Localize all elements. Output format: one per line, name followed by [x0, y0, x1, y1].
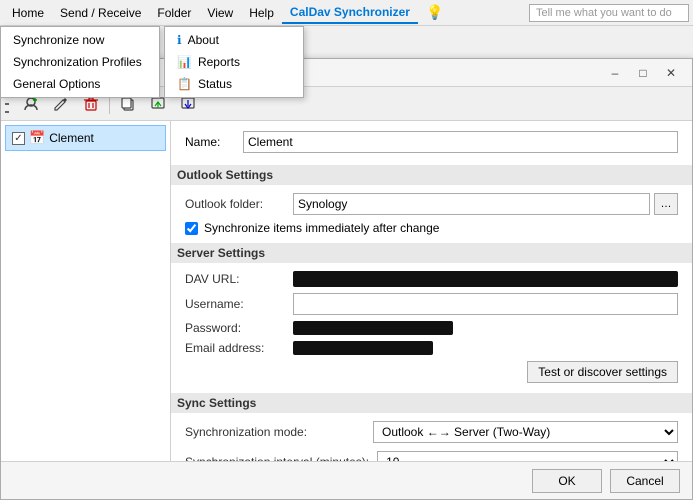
username-label: Username: [185, 297, 285, 311]
outlook-folder-input[interactable] [293, 193, 650, 215]
sync-interval-row: Synchronization interval (minutes): 10 5… [185, 451, 678, 461]
context-menu: Synchronize now Synchronization Profiles… [0, 26, 160, 98]
about-menu: ℹ About 📊 Reports 📋 Status [164, 26, 304, 98]
menu-sync-now[interactable]: Synchronize now [1, 29, 159, 51]
profiles-panel: ✓ 📅 Clement [1, 121, 171, 461]
menu-send-receive[interactable]: Send / Receive [52, 3, 149, 23]
reports-icon: 📊 [177, 55, 192, 69]
outlook-folder-input-group: … [293, 193, 678, 215]
dialog-bottom-bar: OK Cancel [1, 461, 692, 499]
sync-mode-row: Synchronization mode: Outlook ←→ Server … [185, 421, 678, 443]
outlook-folder-label: Outlook folder: [185, 197, 285, 211]
menu-bar: Home Send / Receive Folder View Help Cal… [0, 0, 693, 26]
dav-url-redacted [293, 271, 678, 287]
menu-home[interactable]: Home [4, 3, 52, 23]
server-settings-header: Server Settings [171, 243, 692, 263]
password-redacted [293, 321, 453, 335]
sync-immediately-label: Synchronize items immediately after chan… [204, 221, 439, 235]
password-row: Password: [185, 321, 678, 335]
status-icon: 📋 [177, 77, 192, 91]
dav-url-label: DAV URL: [185, 272, 285, 286]
username-input[interactable] [293, 293, 678, 315]
menu-reports[interactable]: 📊 Reports [165, 51, 303, 73]
sync-immediately-checkbox[interactable] [185, 222, 198, 235]
test-discover-button[interactable]: Test or discover settings [527, 361, 678, 383]
search-text: Tell me what you want to do [536, 7, 672, 19]
outlook-settings-header: Outlook Settings [171, 165, 692, 185]
password-label: Password: [185, 321, 285, 335]
sync-settings-header: Sync Settings [171, 393, 692, 413]
email-redacted [293, 341, 433, 355]
sync-mode-label: Synchronization mode: [185, 425, 365, 439]
profile-name: Clement [49, 131, 94, 145]
outlook-folder-row: Outlook folder: … [185, 193, 678, 215]
menu-view[interactable]: View [199, 3, 241, 23]
menu-caldav[interactable]: CalDav Synchronizer [282, 2, 418, 24]
sync-mode-select[interactable]: Outlook ←→ Server (Two-Way) Outlook → Se… [373, 421, 678, 443]
dialog-content: ✓ 📅 Clement Name: Outlook Settings Outlo… [1, 121, 692, 461]
options-dialog: O Options – □ ✕ [0, 58, 693, 500]
sync-immediately-row: Synchronize items immediately after chan… [185, 221, 678, 235]
test-btn-row: Test or discover settings [185, 361, 678, 383]
minimize-button[interactable]: – [602, 63, 628, 83]
maximize-button[interactable]: □ [630, 63, 656, 83]
name-label: Name: [185, 135, 235, 149]
dialog-window-controls: – □ ✕ [602, 63, 684, 83]
lightbulb-icon: 💡 [426, 4, 443, 21]
ok-button[interactable]: OK [532, 469, 602, 493]
sync-interval-select[interactable]: 10 5 15 30 60 [377, 451, 678, 461]
info-icon: ℹ [177, 33, 182, 47]
profile-checkbox[interactable]: ✓ [12, 132, 25, 145]
menu-status[interactable]: 📋 Status [165, 73, 303, 95]
cancel-button[interactable]: Cancel [610, 469, 680, 493]
profile-calendar-icon: 📅 [29, 130, 45, 146]
settings-panel: Name: Outlook Settings Outlook folder: …… [171, 121, 692, 461]
close-button[interactable]: ✕ [658, 63, 684, 83]
dav-url-row: DAV URL: [185, 271, 678, 287]
email-row: Email address: [185, 341, 678, 355]
caldav-dropdown: Synchronize now Synchronization Profiles… [0, 26, 304, 98]
username-row: Username: [185, 293, 678, 315]
name-row: Name: [185, 131, 678, 153]
outlook-folder-browse-button[interactable]: … [654, 193, 678, 215]
menu-folder[interactable]: Folder [149, 3, 199, 23]
profile-clement[interactable]: ✓ 📅 Clement [5, 125, 166, 151]
email-label: Email address: [185, 341, 285, 355]
name-input[interactable] [243, 131, 678, 153]
menu-about[interactable]: ℹ About [165, 29, 303, 51]
search-bar[interactable]: Tell me what you want to do [529, 4, 689, 22]
menu-help[interactable]: Help [241, 3, 282, 23]
sync-interval-label: Synchronization interval (minutes): [185, 455, 369, 461]
menu-general-options[interactable]: General Options [1, 73, 159, 95]
menu-sync-profiles[interactable]: Synchronization Profiles [1, 51, 159, 73]
